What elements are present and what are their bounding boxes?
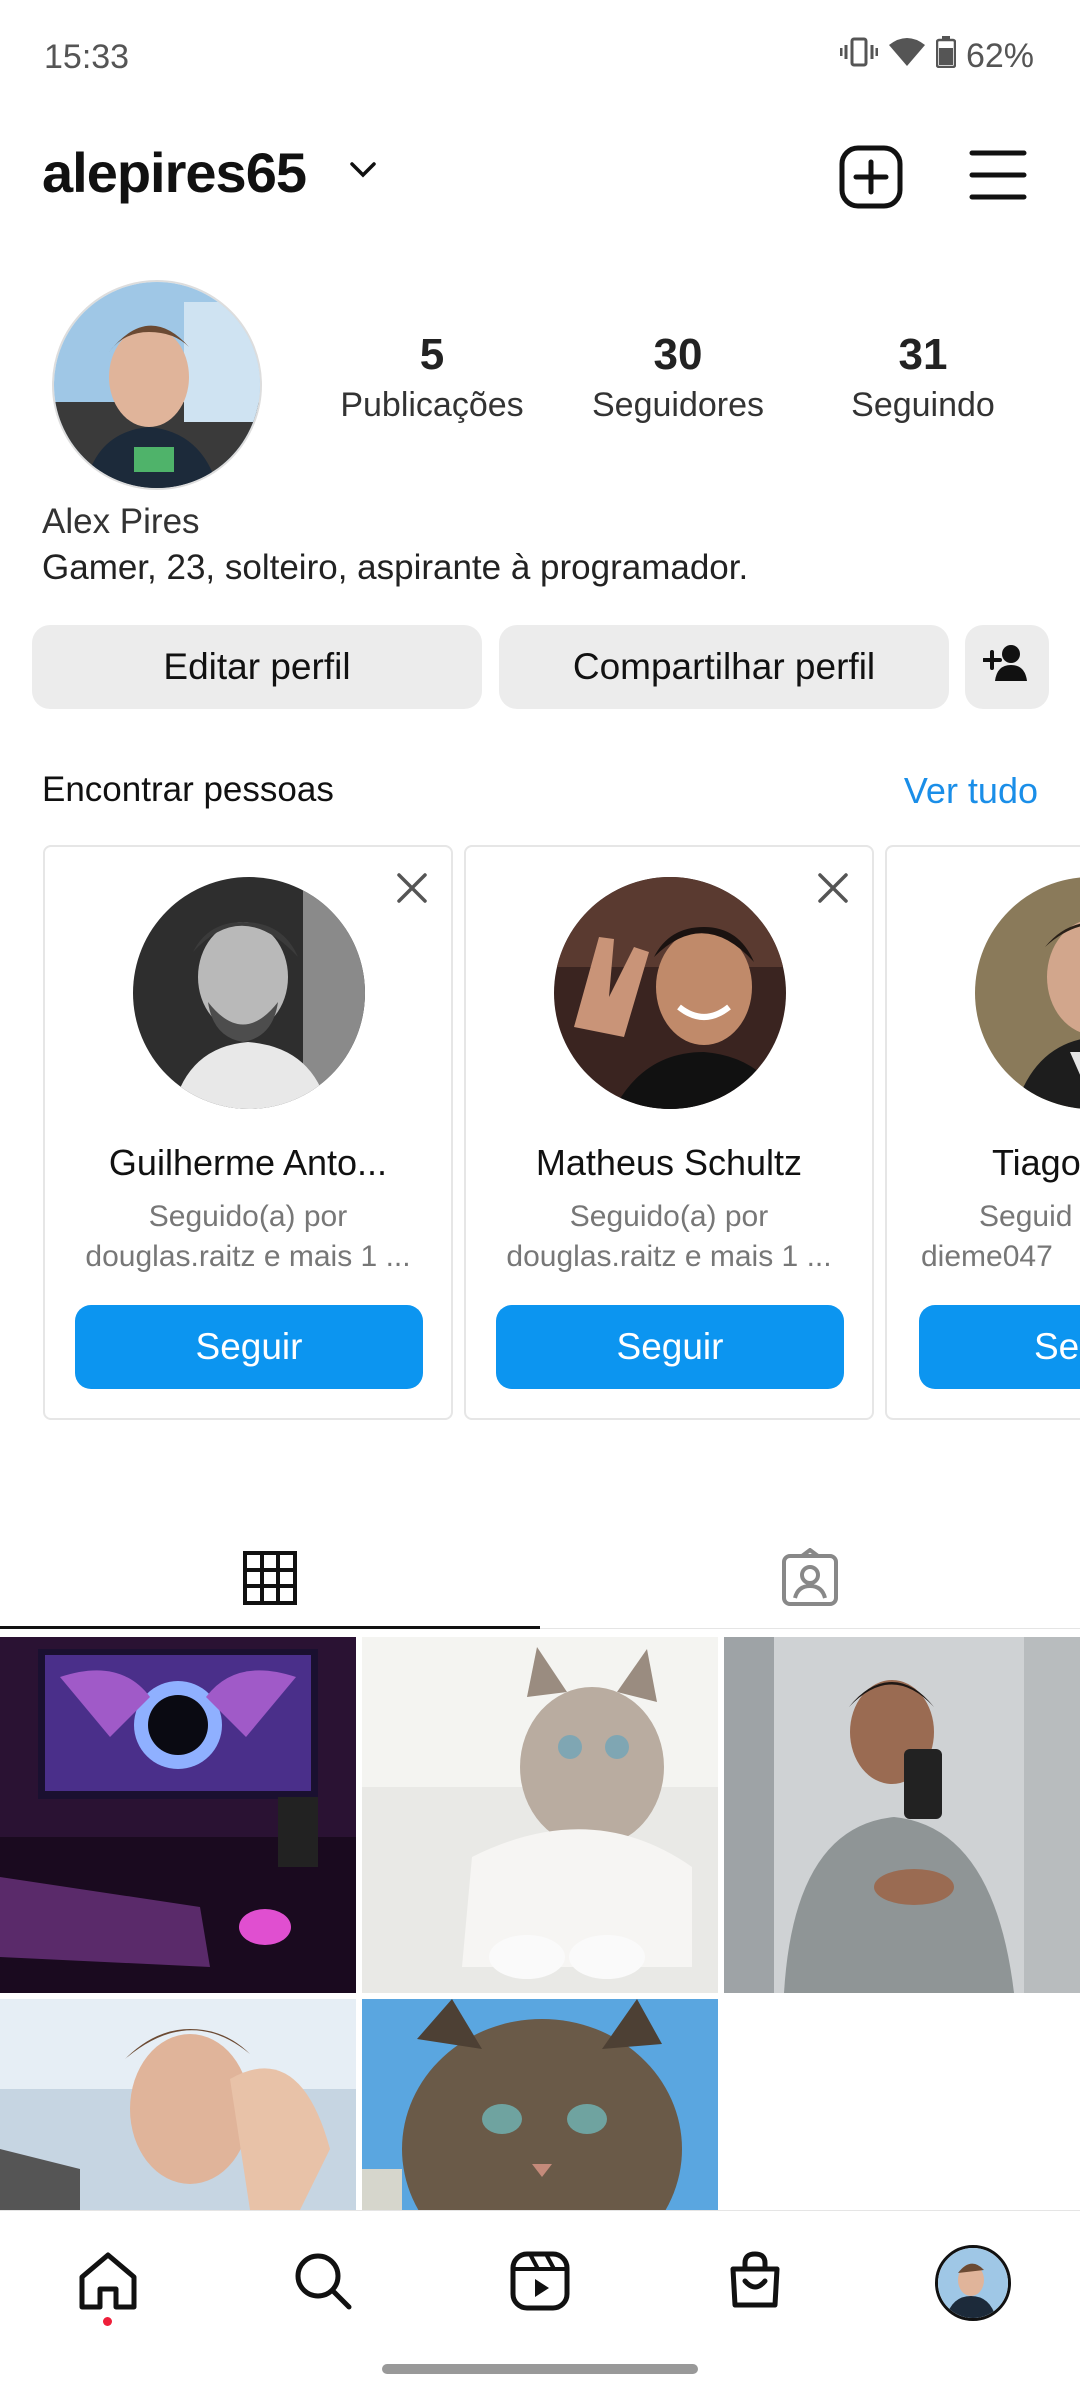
follow-button[interactable]: Se — [919, 1305, 1080, 1389]
suggestion-card: Guilherme Anto... Seguido(a) por douglas… — [43, 845, 453, 1420]
stat-posts-value: 5 — [419, 330, 445, 379]
vibrate-icon — [839, 37, 879, 76]
status-time: 15:33 — [44, 38, 130, 76]
suggestion-mutual-line1: Seguido(a) por — [569, 1200, 769, 1233]
follow-button[interactable]: Seguir — [75, 1305, 423, 1389]
stat-followers-value: 30 — [653, 330, 703, 379]
post-thumbnail[interactable] — [724, 1637, 1080, 1993]
profile-icon — [935, 2245, 1011, 2321]
suggestion-avatar[interactable] — [975, 877, 1080, 1109]
suggestion-card: Tiago Seguid dieme047 Se — [885, 845, 1080, 1420]
close-icon[interactable] — [395, 871, 429, 910]
profile-full-name: Alex Pires — [42, 502, 200, 541]
discover-people-button[interactable] — [965, 625, 1049, 709]
nav-search[interactable] — [283, 2243, 363, 2323]
follow-button[interactable]: Seguir — [496, 1305, 844, 1389]
new-post-icon[interactable] — [838, 144, 904, 215]
profile-avatar[interactable] — [52, 280, 262, 490]
stat-posts-label: Publicações — [340, 386, 524, 424]
home-icon — [76, 2249, 140, 2318]
nav-reels[interactable] — [500, 2243, 580, 2323]
stat-posts[interactable]: 5 Publicações — [312, 330, 552, 425]
share-profile-button[interactable]: Compartilhar perfil — [499, 625, 949, 709]
nav-home[interactable] — [68, 2243, 148, 2323]
suggestion-mutual: Seguido(a) por douglas.raitz e mais 1 ..… — [45, 1197, 451, 1277]
tab-tagged[interactable] — [540, 1530, 1080, 1630]
suggestion-mutual: Seguido(a) por douglas.raitz e mais 1 ..… — [466, 1197, 872, 1277]
suggestion-mutual: Seguid dieme047 — [921, 1197, 1080, 1277]
edit-profile-button[interactable]: Editar perfil — [32, 625, 482, 709]
suggestion-mutual-line1: Seguido(a) por — [148, 1200, 348, 1233]
chevron-down-icon[interactable] — [348, 160, 378, 185]
suggestion-mutual-line1: Seguid — [979, 1200, 1073, 1233]
grid-icon — [242, 1550, 298, 1611]
wifi-icon — [888, 37, 926, 76]
profile-bio: Gamer, 23, solteiro, aspirante à program… — [42, 548, 749, 587]
suggestion-avatar[interactable] — [133, 877, 365, 1109]
account-switcher[interactable]: alepires65 — [42, 140, 307, 205]
post-thumbnail[interactable] — [0, 1999, 356, 2210]
reels-icon — [508, 2249, 572, 2318]
stat-following-label: Seguindo — [851, 386, 995, 424]
tab-posts-grid[interactable] — [0, 1530, 540, 1630]
suggestion-card: Matheus Schultz Seguido(a) por douglas.r… — [464, 845, 874, 1420]
status-bar: 15:33 62% — [0, 0, 1080, 110]
menu-icon[interactable] — [968, 148, 1028, 207]
suggestion-name: Matheus Schultz — [535, 1142, 803, 1183]
post-thumbnail[interactable] — [362, 1999, 718, 2210]
status-icons: 62% — [839, 36, 1034, 77]
nav-shop[interactable] — [715, 2243, 795, 2323]
suggestion-avatar[interactable] — [554, 877, 786, 1109]
active-tab-indicator — [0, 1626, 540, 1629]
discover-people-title: Encontrar pessoas — [42, 770, 334, 809]
suggestion-mutual-line2: douglas.raitz e mais 1 ... — [506, 1240, 832, 1273]
post-thumbnail[interactable] — [362, 1637, 718, 1993]
suggestion-mutual-line2: dieme047 — [921, 1240, 1053, 1273]
stat-followers-label: Seguidores — [591, 386, 764, 424]
profile-header: alepires65 — [0, 130, 1080, 220]
search-icon — [291, 2249, 355, 2318]
see-all-link[interactable]: Ver tudo — [904, 770, 1038, 812]
add-person-icon — [982, 643, 1031, 692]
home-indicator[interactable] — [382, 2364, 698, 2374]
tagged-icon — [780, 1547, 840, 1613]
battery-icon — [935, 36, 957, 77]
stat-following[interactable]: 31 Seguindo — [803, 330, 1043, 425]
suggestion-name: Guilherme Anto... — [108, 1142, 388, 1183]
stat-followers[interactable]: 30 Seguidores — [558, 330, 798, 425]
post-thumbnail[interactable] — [0, 1637, 356, 1993]
battery-percent: 62% — [965, 37, 1034, 75]
nav-profile[interactable] — [933, 2243, 1013, 2323]
stat-following-value: 31 — [898, 330, 948, 379]
notification-dot — [103, 2317, 112, 2326]
shop-icon — [723, 2249, 787, 2318]
suggestion-mutual-line2: douglas.raitz e mais 1 ... — [85, 1240, 411, 1273]
suggestion-name: Tiago — [992, 1142, 1080, 1183]
close-icon[interactable] — [816, 871, 850, 910]
